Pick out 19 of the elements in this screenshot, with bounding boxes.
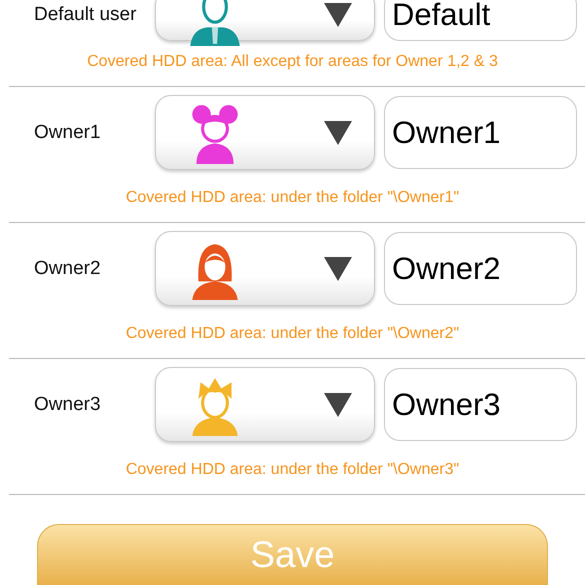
caret-icon bbox=[324, 3, 352, 27]
hdd-area-note: Covered HDD area: under the folder "\Owner3" bbox=[124, 460, 460, 480]
name-field[interactable]: Default bbox=[384, 0, 577, 41]
caret-icon bbox=[324, 256, 352, 280]
caret-icon bbox=[324, 392, 352, 416]
avatar-dropdown[interactable] bbox=[155, 231, 375, 306]
name-field[interactable]: Owner2 bbox=[384, 232, 577, 305]
hdd-area-note: Covered HDD area: under the folder "\Owner1" bbox=[124, 188, 460, 208]
user-label: Owner1 bbox=[33, 122, 102, 144]
name-field[interactable]: Owner3 bbox=[384, 368, 577, 441]
user-label: Owner3 bbox=[33, 394, 102, 416]
hdd-area-note: Covered HDD area: under the folder "\Owner2" bbox=[124, 324, 460, 344]
name-field[interactable]: Owner1 bbox=[384, 96, 577, 169]
user-label: Default user bbox=[33, 4, 138, 26]
user-label: Owner2 bbox=[33, 258, 102, 280]
caret-icon bbox=[324, 120, 352, 144]
avatar-dropdown[interactable] bbox=[155, 95, 375, 170]
hdd-area-note: Covered HDD area: All except for areas for Owner 1,2 & 3 bbox=[86, 52, 499, 72]
avatar-dropdown[interactable] bbox=[155, 367, 375, 442]
